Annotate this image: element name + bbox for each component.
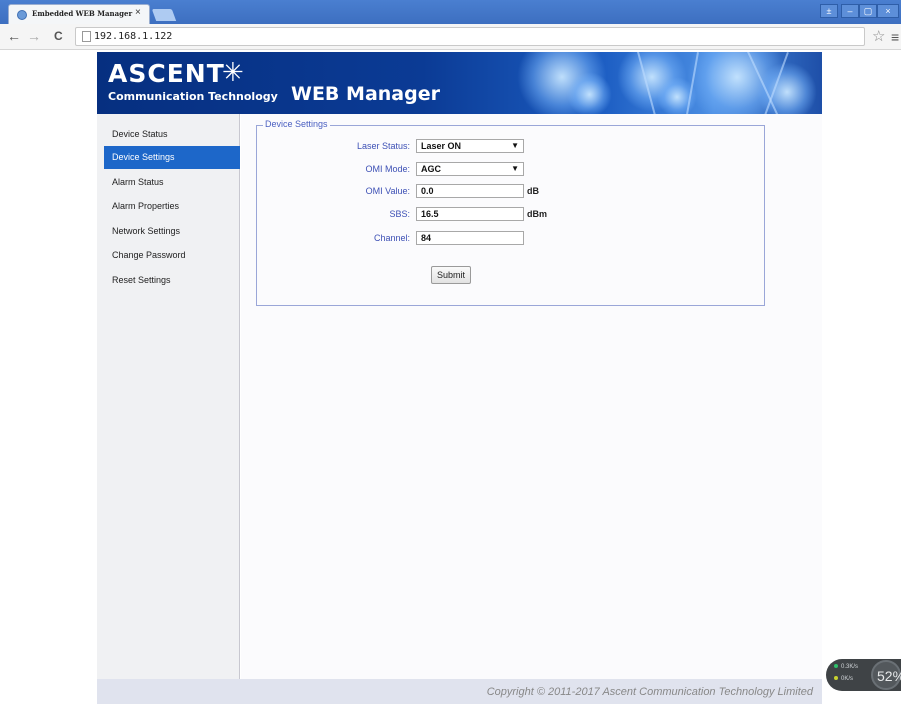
- omi-mode-label: OMI Mode:: [365, 164, 410, 174]
- sidebar-item-device-settings[interactable]: Device Settings: [104, 146, 240, 169]
- maximize-button[interactable]: ▢: [859, 4, 877, 18]
- address-bar[interactable]: 192.168.1.122: [75, 27, 865, 46]
- fieldset-legend: Device Settings: [263, 119, 330, 129]
- download-dot-icon: [834, 676, 838, 680]
- chevron-down-icon: ▼: [511, 164, 519, 173]
- logo-wordmark: ASCENT: [108, 59, 225, 88]
- logo-star-icon: ✳: [222, 57, 244, 87]
- footer: Copyright © 2011-2017 Ascent Communicati…: [97, 679, 822, 704]
- omi-mode-value: AGC: [421, 164, 441, 174]
- back-arrow-icon[interactable]: ←: [7, 28, 21, 44]
- upload-speed: 0.3K/s: [834, 664, 858, 670]
- sidebar-item-change-password[interactable]: Change Password: [104, 244, 240, 267]
- sidebar-item-reset-settings[interactable]: Reset Settings: [104, 269, 240, 292]
- sbs-input[interactable]: 16.5: [416, 207, 524, 221]
- close-window-button[interactable]: ×: [877, 4, 899, 18]
- sidebar-item-alarm-properties[interactable]: Alarm Properties: [104, 195, 240, 218]
- tab-title: Embedded WEB Manager: [32, 9, 133, 18]
- omi-value-label: OMI Value:: [365, 186, 410, 196]
- download-speed: 0K/s: [834, 676, 853, 682]
- browser-menu-icon[interactable]: ≡: [891, 29, 899, 45]
- minimize-button[interactable]: –: [841, 4, 859, 18]
- submit-button[interactable]: Submit: [431, 266, 471, 284]
- sidebar-item-device-status[interactable]: Device Status: [104, 123, 240, 146]
- reload-icon[interactable]: C: [54, 28, 63, 44]
- url-text[interactable]: 192.168.1.122: [94, 31, 172, 42]
- header-banner: ASCENT ✳ Communication Technology WEB Ma…: [97, 52, 822, 114]
- network-speed-widget[interactable]: 0.3K/s 0K/s 52%: [826, 659, 901, 691]
- sbs-unit: dBm: [527, 209, 547, 219]
- channel-label: Channel:: [373, 233, 410, 243]
- laser-status-value: Laser ON: [421, 141, 462, 151]
- forward-arrow-icon[interactable]: →: [27, 28, 41, 44]
- sidebar-item-alarm-status[interactable]: Alarm Status: [104, 171, 240, 194]
- upload-dot-icon: [834, 664, 838, 668]
- omi-value-unit: dB: [527, 186, 539, 196]
- copyright-text: Copyright © 2011-2017 Ascent Communicati…: [486, 686, 813, 698]
- globe-icon: [17, 10, 27, 20]
- laser-status-select[interactable]: Laser ON ▼: [416, 139, 524, 153]
- laser-status-label: Laser Status:: [356, 141, 410, 151]
- omi-mode-select[interactable]: AGC ▼: [416, 162, 524, 176]
- browser-toolbar: ← → C 192.168.1.122 ☆ ≡: [0, 24, 901, 50]
- chevron-down-icon: ▼: [511, 141, 519, 150]
- new-tab-button[interactable]: [151, 9, 177, 21]
- browser-tab[interactable]: Embedded WEB Manager ×: [8, 4, 150, 24]
- channel-input[interactable]: 84: [416, 231, 524, 245]
- bookmark-star-icon[interactable]: ☆: [872, 27, 885, 45]
- page-icon: [82, 31, 91, 42]
- browser-tab-strip: Embedded WEB Manager × ± – ▢ ×: [0, 0, 901, 24]
- sbs-label: SBS:: [389, 209, 410, 219]
- sidebar-item-network-settings[interactable]: Network Settings: [104, 220, 240, 243]
- usage-percent: 52%: [877, 668, 901, 684]
- close-tab-icon[interactable]: ×: [135, 7, 141, 18]
- pin-window-button[interactable]: ±: [820, 4, 838, 18]
- sidebar: Device Status Device Settings Alarm Stat…: [97, 114, 240, 679]
- logo-tagline: Communication Technology: [108, 90, 278, 103]
- omi-value-input[interactable]: 0.0: [416, 184, 524, 198]
- app-title: WEB Manager: [291, 83, 440, 105]
